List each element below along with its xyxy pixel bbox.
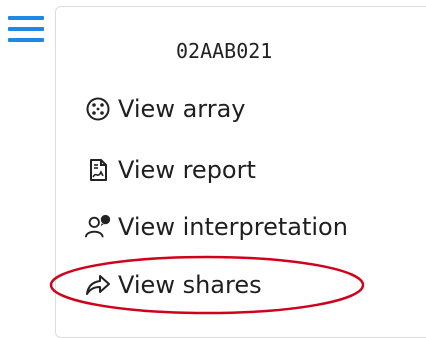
view-array-link[interactable]: View array [84, 95, 246, 123]
view-shares-label: View shares [118, 271, 262, 299]
share-arrow-icon [84, 271, 112, 299]
view-array-label: View array [118, 95, 246, 123]
view-report-link[interactable]: View report [84, 156, 256, 184]
sample-id: 02AAB021 [176, 39, 273, 63]
view-report-label: View report [118, 156, 256, 184]
actions-panel: 02AAB021 View array View report View int… [55, 6, 426, 338]
hamburger-menu-icon[interactable] [8, 16, 44, 44]
hamburger-bar [8, 38, 44, 42]
interpretation-users-icon [84, 213, 112, 241]
hamburger-bar [8, 27, 44, 31]
view-interpretation-label: View interpretation [118, 213, 348, 241]
hamburger-bar [8, 16, 44, 20]
view-shares-link[interactable]: View shares [84, 271, 262, 299]
array-dots-icon [84, 95, 112, 123]
view-interpretation-link[interactable]: View interpretation [84, 213, 348, 241]
report-document-icon [84, 156, 112, 184]
